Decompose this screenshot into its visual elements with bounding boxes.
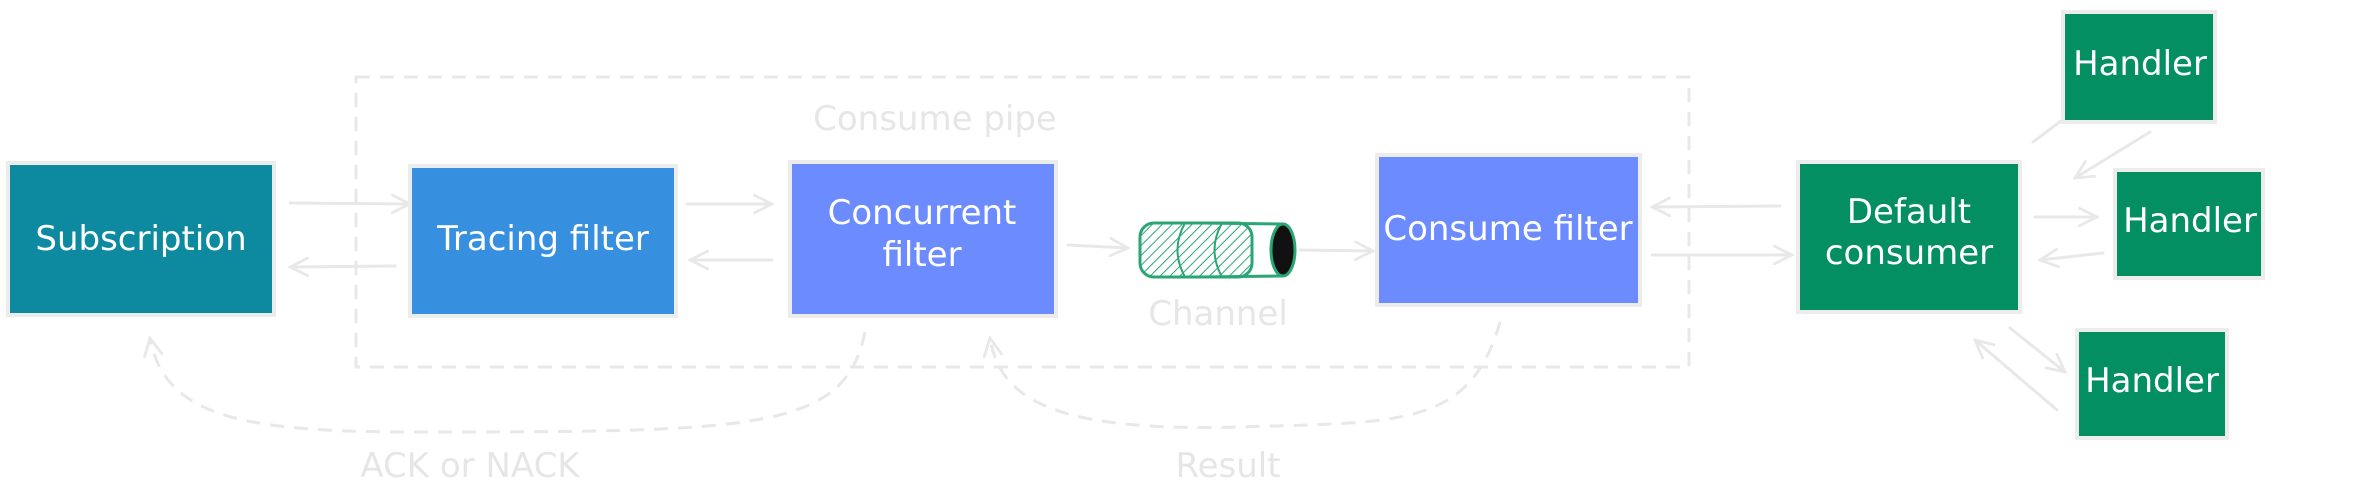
feedback-edges: ACK or NACK Result (150, 321, 1502, 486)
node-default-consumer[interactable]: Default consumer (1796, 160, 2022, 314)
svg-text:Handler: Handler (2085, 361, 2219, 401)
svg-text:Concurrent: Concurrent (828, 193, 1017, 233)
node-handler-2[interactable]: Handler (2113, 168, 2265, 280)
svg-text:Handler: Handler (2073, 44, 2207, 84)
feedback-ack-nack (150, 331, 867, 434)
node-subscription[interactable]: Subscription (6, 161, 276, 317)
edge-handler-2-to-default (2040, 253, 2105, 260)
node-tracing-filter[interactable]: Tracing filter (408, 164, 678, 318)
channel-cylinder-icon (1138, 221, 1297, 279)
edge-channel-to-consume (1298, 250, 1373, 251)
diagram-canvas: Consume pipe ACK or NACK Result Subscrip… (6, 10, 2265, 486)
ack-nack-label: ACK or NACK (360, 446, 581, 486)
svg-text:Subscription: Subscription (35, 219, 246, 259)
node-handler-1[interactable]: Handler (2061, 10, 2217, 124)
node-channel[interactable]: Channel (1138, 221, 1297, 334)
svg-text:Default: Default (1847, 192, 1971, 232)
edge-default-to-consume (1652, 206, 1782, 207)
edge-default-to-handler-3 (2008, 326, 2065, 372)
node-concurrent-filter[interactable]: Concurrent filter (788, 160, 1058, 318)
edge-tracing-to-subscription (290, 266, 397, 267)
result-label: Result (1175, 446, 1280, 486)
svg-text:Handler: Handler (2123, 201, 2257, 241)
svg-text:Tracing filter: Tracing filter (436, 219, 649, 259)
channel-label: Channel (1148, 294, 1288, 334)
node-consume-filter[interactable]: Consume filter (1375, 153, 1642, 307)
feedback-result (990, 321, 1502, 429)
consume-pipe-label: Consume pipe (813, 99, 1057, 139)
node-handler-3[interactable]: Handler (2075, 328, 2229, 440)
edge-subscription-to-tracing (288, 203, 410, 204)
svg-text:Consume filter: Consume filter (1383, 209, 1632, 249)
svg-text:filter: filter (882, 235, 961, 275)
edge-handler-3-to-default (1975, 340, 2059, 412)
svg-text:consumer: consumer (1825, 233, 1993, 273)
edge-concurrent-to-channel (1066, 245, 1128, 248)
